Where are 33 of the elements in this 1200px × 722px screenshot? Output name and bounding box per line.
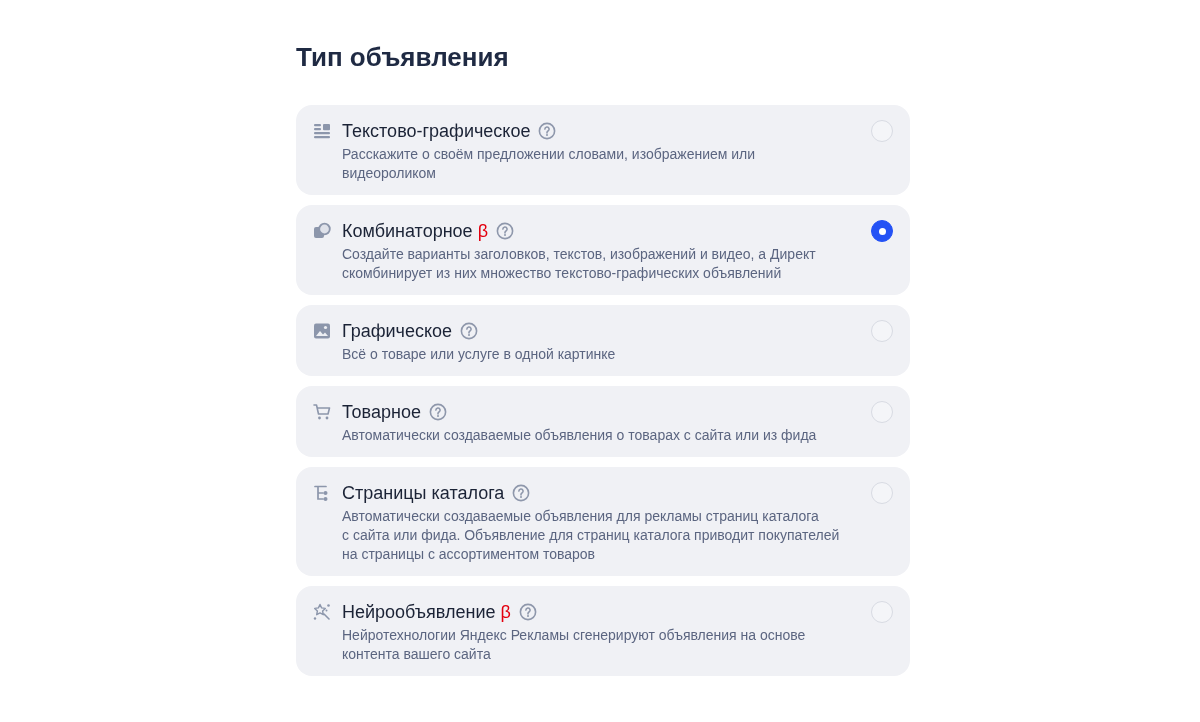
square-circle-icon	[313, 222, 331, 240]
help-icon[interactable]	[512, 484, 531, 502]
beta-mark: β	[477, 220, 488, 243]
cart-icon	[313, 403, 331, 421]
section-heading: Тип объявления	[296, 41, 509, 73]
option-description: Всё о товаре или услуге в одной картинке	[342, 345, 617, 364]
option-title: Нейрообъявление	[342, 601, 496, 624]
radio-button[interactable]	[871, 220, 893, 242]
help-icon[interactable]	[518, 603, 537, 621]
option-card[interactable]: Комбинаторное β Создайте варианты заголовков, текстов, изображений и видео, а Директ скомбинирует из них множество текстово-графических объявлений	[296, 205, 910, 295]
option-title: Страницы каталога	[342, 482, 505, 505]
beta-mark: β	[500, 601, 511, 624]
option-description: Создайте варианты заголовков, текстов, изображений и видео, а Директ скомбинирует из них множество текстово-графических объявлений	[342, 245, 817, 283]
option-title: Графическое	[342, 320, 453, 343]
help-icon[interactable]	[538, 122, 557, 140]
help-icon[interactable]	[460, 322, 479, 340]
sparkle-star-icon	[313, 603, 331, 621]
option-card[interactable]: Страницы каталога Автоматически создаваемые объявления для рекламы страниц каталога с сайта или фида. Объявление для страниц каталога приводит покупателей на страницы с ассортиментом товаров	[296, 467, 910, 576]
option-description: Автоматически создаваемые объявления для рекламы страниц каталога с сайта или фида. Объявление для страниц каталога приводит покупателей на страницы с ассортиментом товаров	[342, 507, 841, 564]
option-title: Комбинаторное	[342, 220, 473, 243]
help-icon[interactable]	[496, 222, 514, 240]
option-description: Автоматически создаваемые объявления о товарах с сайта или из фида	[342, 426, 818, 445]
option-description: Расскажите о своём предложении словами, изображением или видеороликом	[342, 145, 757, 183]
option-card[interactable]: Нейрообъявление β Нейротехнологии Яндекс Рекламы сгенерируют объявления на основе контента вашего сайта	[296, 586, 910, 676]
option-description: Нейротехнологии Яндекс Рекламы сгенерируют объявления на основе контента вашего сайта	[342, 626, 807, 664]
option-card[interactable]: Графическое Всё о товаре или услуге в одной картинке	[296, 305, 910, 376]
option-title: Текстово-графическое	[342, 120, 531, 143]
option-card[interactable]: Товарное Автоматически создаваемые объявления о товарах с сайта или из фида	[296, 386, 910, 457]
option-card[interactable]: Текстово-графическое Расскажите о своём предложении словами, изображением или видеороликом	[296, 105, 910, 195]
image-icon	[313, 322, 331, 340]
text-lines-icon	[313, 122, 331, 140]
help-icon[interactable]	[428, 403, 447, 421]
option-title: Товарное	[342, 401, 421, 424]
